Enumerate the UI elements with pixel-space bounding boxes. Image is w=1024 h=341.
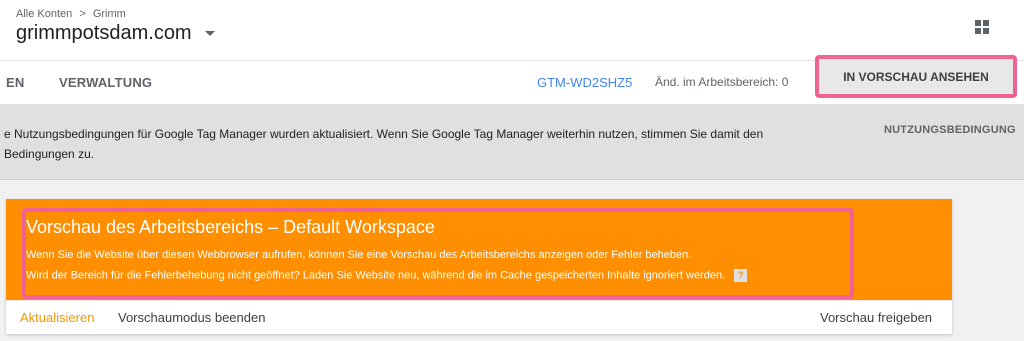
container-id-link[interactable]: GTM-WD2SHZ5 [537,75,632,90]
workspace-changes-count: Änd. im Arbeitsbereich: 0 [655,75,789,89]
share-preview-button[interactable]: Vorschau freigeben [820,310,932,325]
refresh-button[interactable]: Aktualisieren [20,310,94,325]
tab-partial[interactable]: EN [6,75,24,90]
chevron-down-icon [205,31,216,37]
workspace-preview-card: Vorschau des Arbeitsbereichs – Default W… [6,199,952,334]
apps-grid-icon[interactable] [975,20,989,34]
tab-admin[interactable]: VERWALTUNG [59,75,152,90]
highlight-frame [22,208,854,299]
terms-link[interactable]: NUTZUNGSBEDINGUNG [884,124,1016,136]
terms-notice-banner: e Nutzungsbedingungen für Google Tag Man… [0,104,1024,180]
preview-banner: Vorschau des Arbeitsbereichs – Default W… [6,199,952,300]
exit-preview-button[interactable]: Vorschaumodus beenden [118,310,265,325]
preview-button[interactable]: IN VORSCHAU ANSEHEN [815,55,1017,98]
breadcrumb-all-accounts[interactable]: Alle Konten [16,8,72,20]
top-bar: Alle Konten > Grimm grimmpotsdam.com [0,0,1024,60]
breadcrumb: Alle Konten > Grimm [16,8,126,20]
breadcrumb-account[interactable]: Grimm [93,8,126,20]
breadcrumb-separator: > [79,8,86,20]
container-selector[interactable]: grimmpotsdam.com [16,22,216,45]
preview-actions: Aktualisieren Vorschaumodus beenden Vors… [6,300,952,334]
notice-text: e Nutzungsbedingungen für Google Tag Man… [4,127,764,161]
container-name: grimmpotsdam.com [16,22,192,44]
